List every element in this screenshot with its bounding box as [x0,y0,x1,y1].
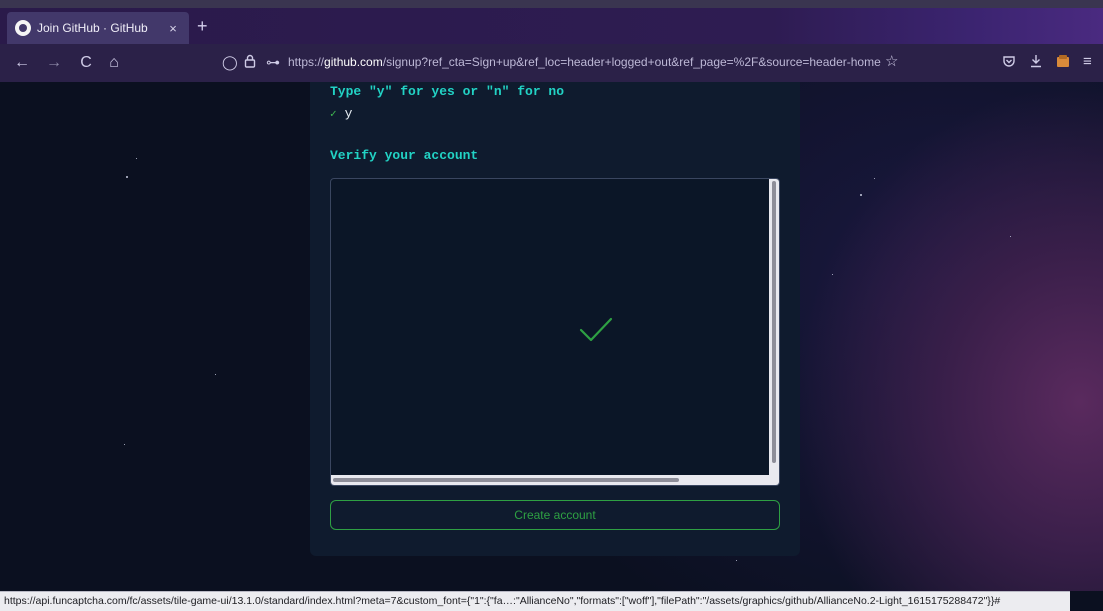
browser-window: Join GitHub · GitHub × + ← → C ⌂ ◯ ⊶ htt… [0,0,1103,611]
star-decoration [860,194,862,196]
key-icon[interactable]: ⊶ [266,54,280,70]
vertical-scrollbar[interactable] [769,179,779,477]
signup-card: Type "y" for yes or "n" for no ✓ y Verify… [310,82,800,556]
navigation-bar: ← → C ⌂ ◯ ⊶ https://github.com/signup?re… [0,44,1103,82]
success-check-icon [579,317,613,342]
menu-icon[interactable]: ≡ [1083,54,1092,70]
lock-icon[interactable] [244,54,256,73]
yes-no-prompt: Type "y" for yes or "n" for no [330,84,565,99]
captcha-iframe[interactable] [330,178,780,486]
extension-icon[interactable] [1056,54,1070,71]
download-icon[interactable] [1029,54,1043,71]
pocket-icon[interactable] [1002,54,1016,71]
star-decoration [126,176,128,178]
bookmark-star-icon[interactable]: ☆ [885,54,898,70]
star-decoration [124,444,125,445]
verify-account-title: Verify your account [330,148,479,163]
url-text[interactable]: https://github.com/signup?ref_cta=Sign+u… [288,55,881,69]
back-icon[interactable]: ← [12,53,32,73]
answer-line: ✓ y [330,106,352,121]
answer-check-icon: ✓ [330,109,337,121]
tracking-shield-icon[interactable]: ◯ [222,54,238,70]
star-decoration [832,274,833,275]
answer-value: y [344,106,353,121]
star-decoration [215,374,216,375]
reload-icon[interactable]: C [76,53,96,73]
star-decoration [136,158,137,159]
star-decoration [1010,236,1011,237]
tab-title: Join GitHub · GitHub [37,21,148,35]
status-bar-link: https://api.funcaptcha.com/fc/assets/til… [0,591,1070,611]
tab-join-github[interactable]: Join GitHub · GitHub × [7,12,189,44]
star-decoration [874,178,875,179]
forward-icon[interactable]: → [44,53,64,73]
close-tab-icon[interactable]: × [165,21,181,36]
page-background: Type "y" for yes or "n" for no ✓ y Verify… [0,82,1103,591]
new-tab-button[interactable]: + [197,14,208,38]
horizontal-scrollbar[interactable] [331,475,779,485]
github-icon [15,20,31,36]
window-top-strip [0,0,1103,8]
home-icon[interactable]: ⌂ [104,53,124,73]
create-account-button[interactable]: Create account [330,500,780,530]
tab-bar: Join GitHub · GitHub × + [0,0,1103,44]
star-decoration [736,560,737,561]
horizontal-scroll-thumb[interactable] [333,478,679,482]
status-bar-gap [1070,591,1103,611]
vertical-scroll-thumb[interactable] [772,181,776,463]
